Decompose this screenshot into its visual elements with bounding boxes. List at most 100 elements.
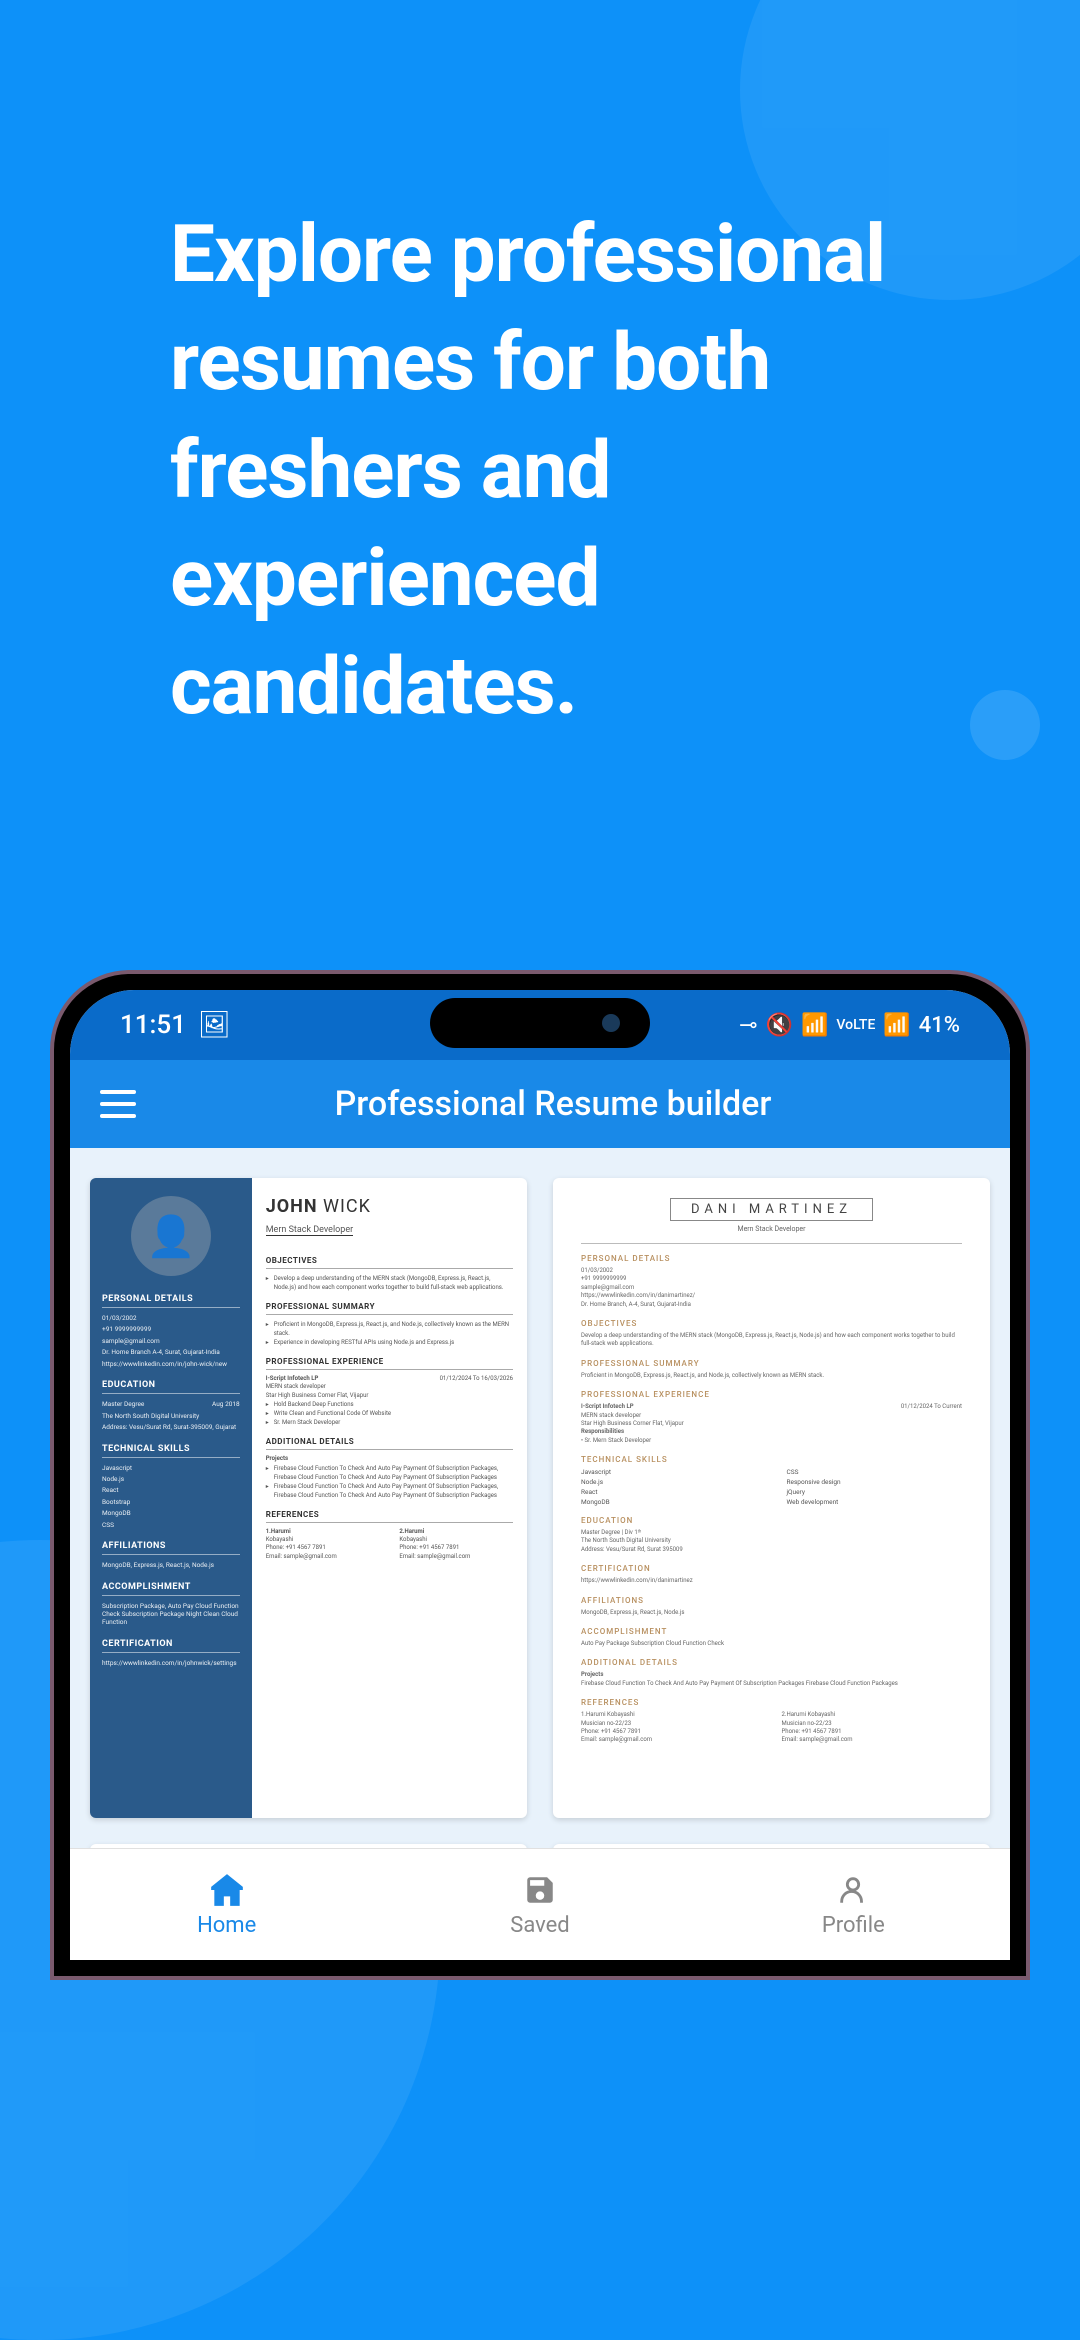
resume-name: DANI MARTINEZ	[670, 1198, 873, 1221]
nav-label: Saved	[510, 1913, 569, 1938]
network-label: VoLTE	[836, 1017, 875, 1033]
battery-label: 41%	[919, 1013, 960, 1038]
section-header: PROFESSIONAL EXPERIENCE	[266, 1357, 513, 1370]
section-header: ACCOMPLISHMENT	[581, 1627, 962, 1636]
section-header: PERSONAL DETAILS	[102, 1294, 240, 1308]
text: 1.Harumi KobayashiMusician no-22/23Phone…	[581, 1711, 762, 1745]
text: Firebase Cloud Function To Check And Aut…	[266, 1482, 513, 1500]
phone-frame: 11:51 🖼 ⊸ 🔇 📶 VoLTE 📶 41% Professional R…	[50, 970, 1030, 1980]
section-header: EDUCATION	[102, 1380, 240, 1394]
text: I-Script Infotech LP	[266, 1375, 319, 1382]
text: Master Degree	[102, 1400, 144, 1408]
phone-screen: 11:51 🖼 ⊸ 🔇 📶 VoLTE 📶 41% Professional R…	[70, 990, 1010, 1960]
text: Kobayashi	[266, 1536, 380, 1544]
role: Mern Stack Developer	[266, 1225, 353, 1236]
text: Aug 2018	[212, 1400, 240, 1408]
text: 01/03/2002+91 9999999999sample@gmail.com…	[581, 1267, 962, 1309]
text: 2.Harumi	[399, 1528, 424, 1535]
phone-notch	[430, 998, 650, 1048]
text: Star High Business Corner Flat, Vijapur	[266, 1392, 513, 1400]
promo-headline: Explore professional resumes for both fr…	[170, 200, 1000, 740]
list-item: MongoDB, Express.js, React.js, Node.js	[102, 1561, 240, 1569]
nav-label: Home	[197, 1913, 256, 1938]
section-header: OBJECTIVES	[266, 1256, 513, 1269]
section-header: PROFESSIONAL SUMMARY	[581, 1359, 962, 1368]
list-item: Node.js	[102, 1475, 240, 1483]
text: Auto Pay Package Subscription Cloud Func…	[581, 1640, 962, 1648]
skill: CSS	[787, 1468, 963, 1476]
app-title: Professional Resume builder	[166, 1084, 940, 1124]
template-card-2[interactable]: DANI MARTINEZ Mern Stack Developer PERSO…	[553, 1178, 990, 1818]
section-header: CERTIFICATION	[102, 1639, 240, 1653]
section-header: ADDITIONAL DETAILS	[266, 1437, 513, 1450]
list-item: The North South Digital University	[102, 1412, 240, 1420]
hamburger-icon[interactable]	[100, 1090, 136, 1118]
template-card-1[interactable]: 👤 PERSONAL DETAILS 01/03/2002 +91 999999…	[90, 1178, 527, 1818]
text: Proficient in MongoDB, Express.js, React…	[581, 1372, 962, 1380]
skill: Responsive design	[787, 1478, 963, 1486]
list-item: Bootstrap	[102, 1498, 240, 1506]
list-item: https://wwwlinkedin.com/in/john-wick/new	[102, 1360, 240, 1368]
template-grid[interactable]: 👤 PERSONAL DETAILS 01/03/2002 +91 999999…	[70, 1148, 1010, 1868]
text: I-Script Infotech LP 01/12/2024 To Curre…	[581, 1403, 962, 1445]
section-header: EDUCATION	[581, 1516, 962, 1525]
saved-icon	[521, 1871, 559, 1909]
profile-icon	[834, 1871, 872, 1909]
list-item: https://wwwlinkedin.com/in/johnwick/sett…	[102, 1659, 240, 1667]
list-item: Address: Vesu/Surat Rd, Surat-395009, Gu…	[102, 1423, 240, 1431]
status-time: 11:51	[120, 1010, 186, 1040]
section-header: AFFILIATIONS	[581, 1596, 962, 1605]
wifi-icon: 📶	[801, 1013, 828, 1038]
key-icon: ⊸	[739, 1013, 757, 1038]
text: 1.Harumi	[266, 1528, 291, 1535]
section-header: CERTIFICATION	[581, 1564, 962, 1573]
avatar: 👤	[131, 1196, 211, 1276]
list-item: React	[102, 1486, 240, 1494]
skill: Javascript	[581, 1468, 757, 1476]
skill: React	[581, 1488, 757, 1496]
list-item: Subscription Package, Auto Pay Cloud Fun…	[102, 1602, 240, 1627]
nav-label: Profile	[822, 1913, 885, 1938]
signal-icon: 📶	[883, 1013, 910, 1038]
text: https://wwwlinkedin.com/in/danimartinez	[581, 1577, 962, 1585]
nav-home[interactable]: Home	[70, 1849, 383, 1960]
list-item: +91 9999999999	[102, 1325, 240, 1333]
role: Mern Stack Developer	[581, 1225, 962, 1233]
list-item: Dr. Home Branch A-4, Surat, Gujarat-Indi…	[102, 1348, 240, 1356]
text: Proficient in MongoDB, Express.js, React…	[266, 1320, 513, 1338]
text: 2.Harumi KobayashiMusician no-22/23Phone…	[782, 1711, 963, 1745]
text: Master Degree | Div 1ᵗʰThe North South D…	[581, 1529, 962, 1554]
section-header: PERSONAL DETAILS	[581, 1254, 962, 1263]
text: Kobayashi	[399, 1536, 513, 1544]
section-header: TECHNICAL SKILLS	[581, 1455, 962, 1464]
text: Projects	[266, 1455, 288, 1462]
mute-icon: 🔇	[766, 1013, 793, 1038]
list-item: MongoDB	[102, 1509, 240, 1517]
home-icon	[208, 1871, 246, 1909]
text: MongoDB, Express.js, React.js, Node.js	[581, 1609, 962, 1617]
nav-saved[interactable]: Saved	[383, 1849, 696, 1960]
skill: Node.js	[581, 1478, 757, 1486]
section-header: ACCOMPLISHMENT	[102, 1582, 240, 1596]
skill: MongoDB	[581, 1498, 757, 1506]
skill: jQuery	[787, 1488, 963, 1496]
bottom-nav: Home Saved Profile	[70, 1848, 1010, 1960]
skill: Web development	[787, 1498, 963, 1506]
section-header: PROFESSIONAL SUMMARY	[266, 1302, 513, 1315]
section-header: REFERENCES	[581, 1698, 962, 1707]
text: Phone: +91 4567 7891	[266, 1544, 380, 1552]
text: Write Clean and Functional Code Of Websi…	[266, 1409, 513, 1418]
image-icon: 🖼	[198, 1010, 231, 1040]
section-header: PROFESSIONAL EXPERIENCE	[581, 1390, 962, 1399]
nav-profile[interactable]: Profile	[697, 1849, 1010, 1960]
text: ProjectsFirebase Cloud Function To Check…	[581, 1671, 962, 1688]
name-first: JOHN	[266, 1196, 318, 1217]
section-header: AFFILIATIONS	[102, 1541, 240, 1555]
text: Email: sample@gmail.com	[399, 1553, 513, 1561]
section-header: TECHNICAL SKILLS	[102, 1444, 240, 1458]
text: Develop a deep understanding of the MERN…	[266, 1274, 513, 1292]
list-item: sample@gmail.com	[102, 1337, 240, 1345]
text: MERN stack developer	[266, 1383, 513, 1391]
list-item: Javascript	[102, 1464, 240, 1472]
name-last: WICK	[323, 1196, 371, 1217]
